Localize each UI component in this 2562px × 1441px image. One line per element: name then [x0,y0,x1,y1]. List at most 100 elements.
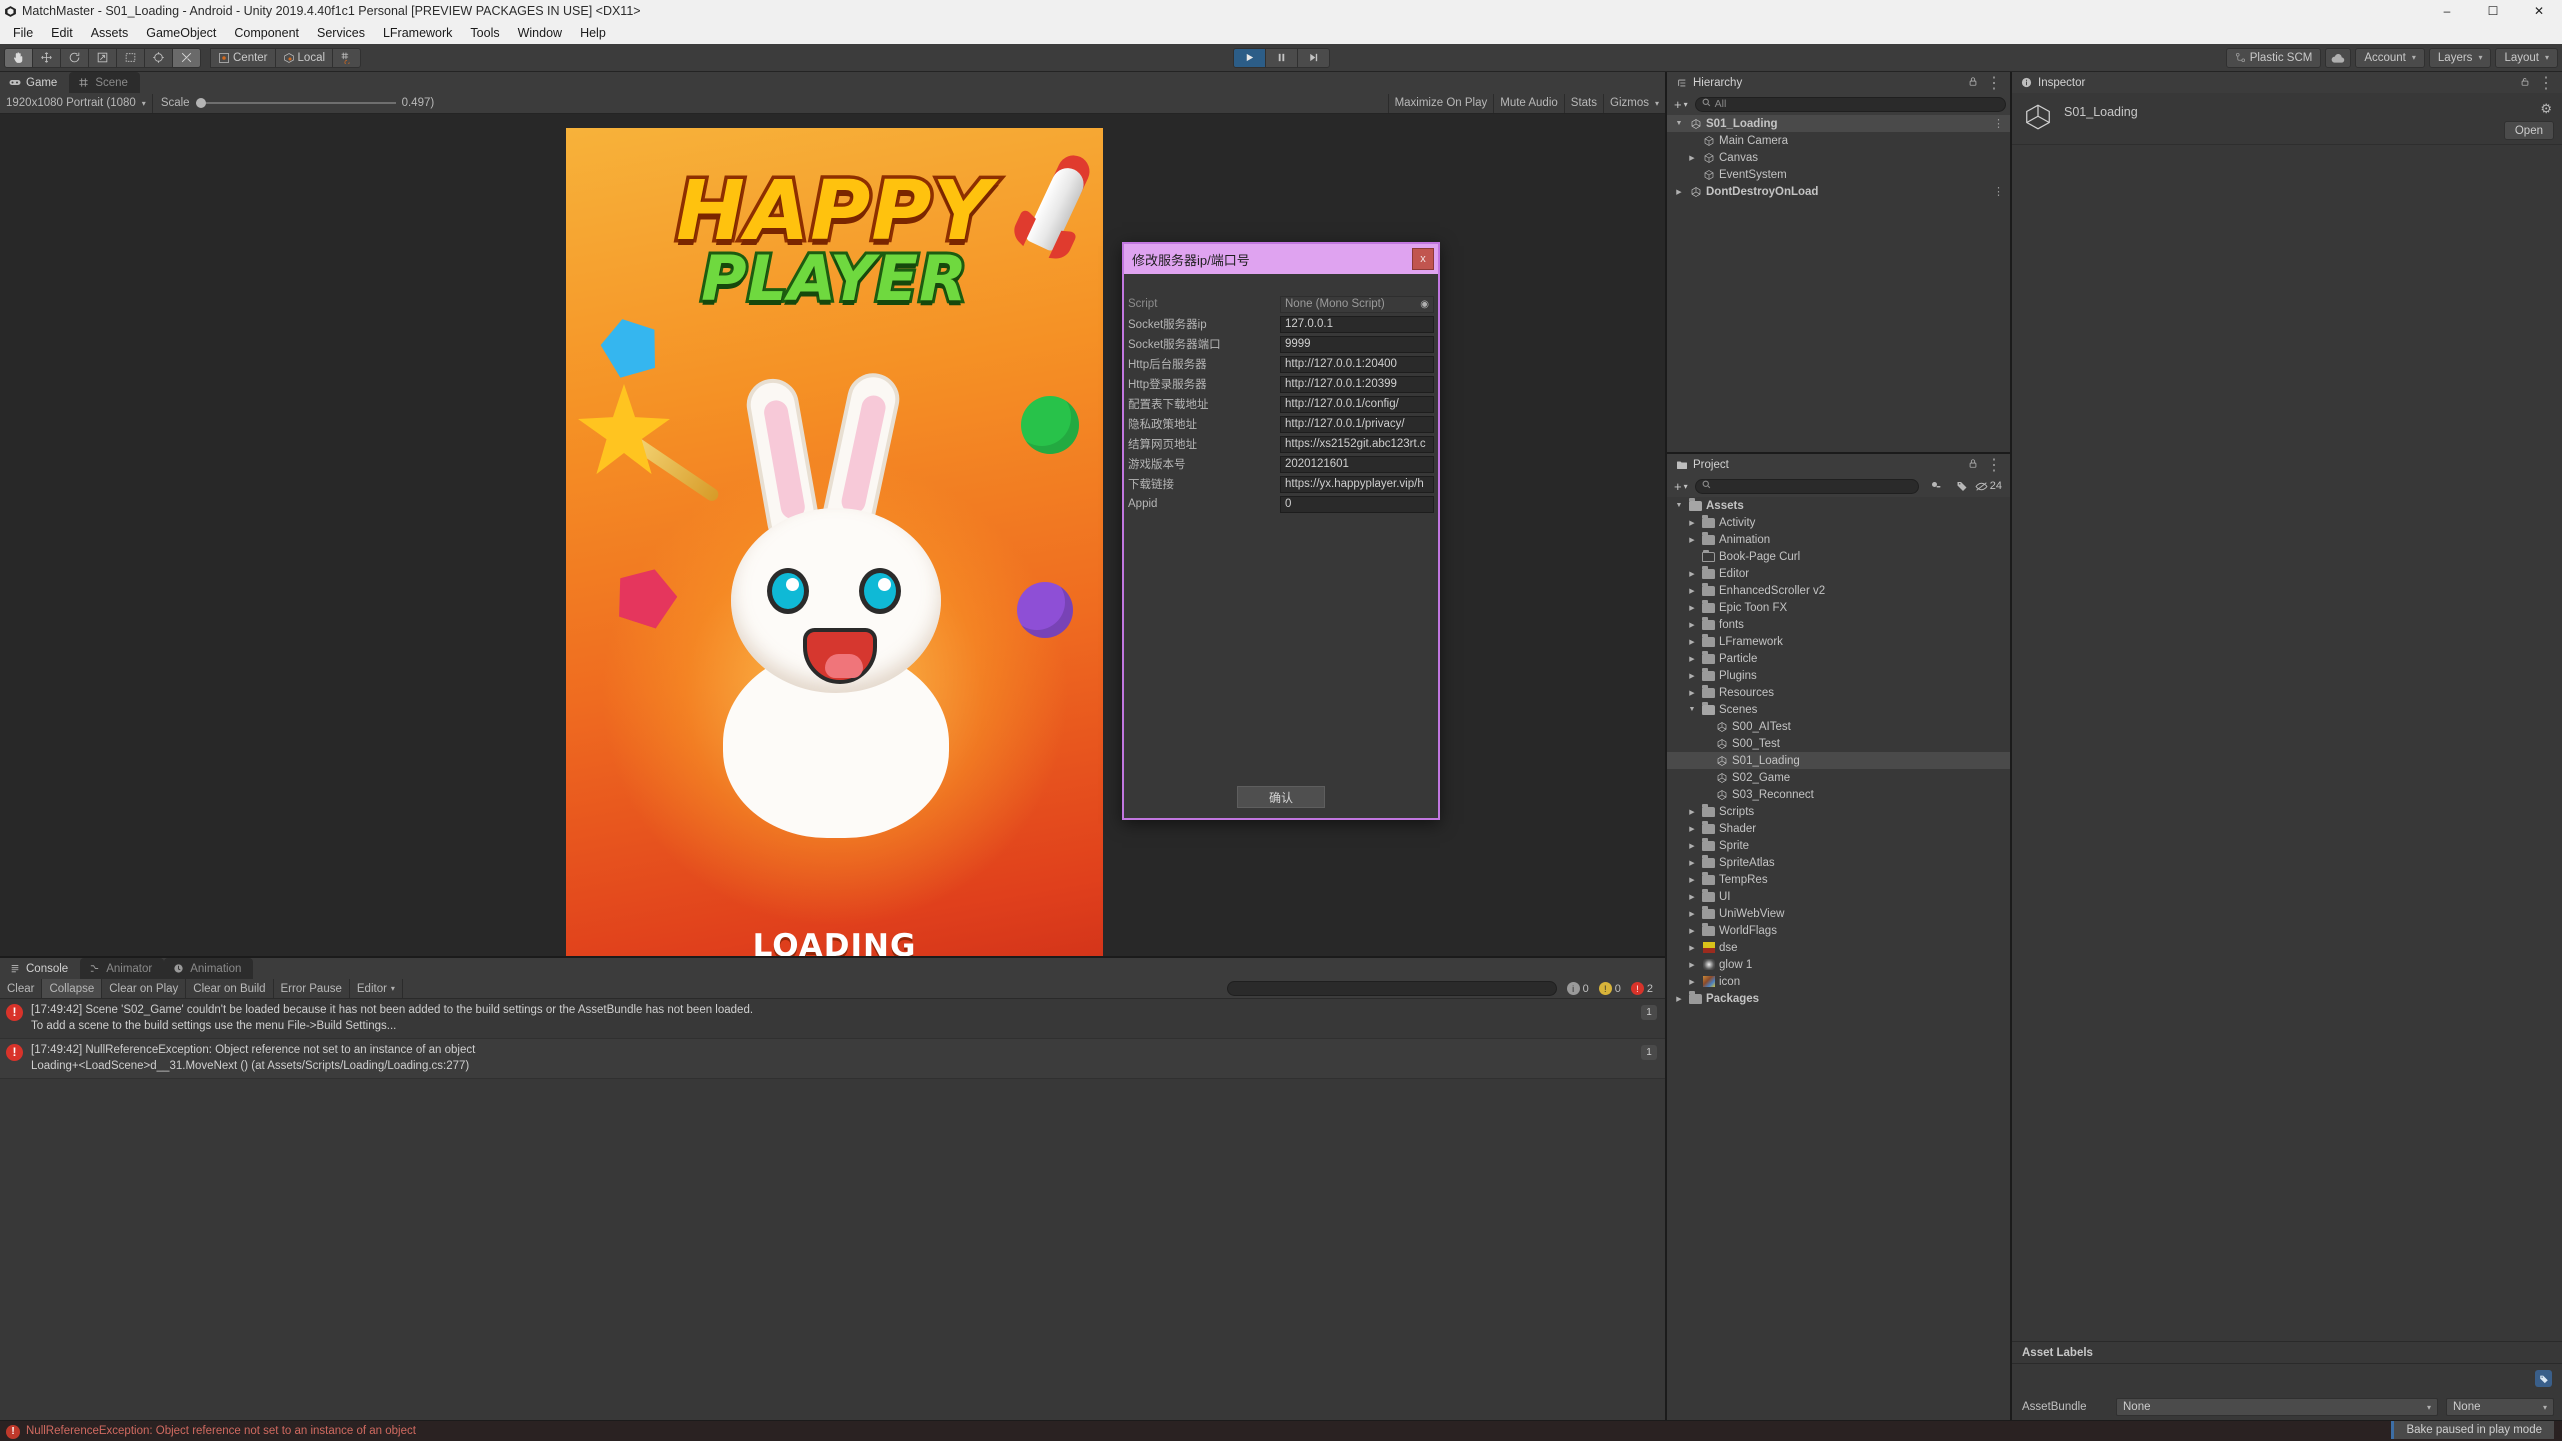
tree-item-particle[interactable]: ▶ Particle [1667,650,2010,667]
chevron-right-icon[interactable]: ▶ [1686,587,1698,595]
tree-item-s01-loading[interactable]: ▼ S01_Loading ⋮ [1667,115,2010,132]
chevron-down-icon[interactable]: ▼ [1673,502,1685,509]
tree-item-tempres[interactable]: ▶ TempRes [1667,871,2010,888]
pause-button[interactable] [1265,47,1298,68]
layers-button[interactable]: Layers ▾ [2428,47,2492,68]
maximize-button[interactable]: ☐ [2470,0,2516,22]
dialog-text-input[interactable]: https://xs2152git.abc123rt.c [1280,435,1434,453]
pivot-mode-button[interactable]: Center [210,47,276,68]
dialog-text-input[interactable]: 0 [1280,495,1434,513]
console-button-collapse[interactable]: Collapse [42,979,103,998]
chevron-right-icon[interactable]: ▶ [1686,519,1698,527]
chevron-right-icon[interactable]: ▶ [1686,689,1698,697]
chevron-right-icon[interactable]: ▶ [1673,995,1685,1003]
assetbundle-variant-dropdown[interactable]: None ▾ [2446,1398,2554,1416]
chevron-right-icon[interactable]: ▶ [1686,621,1698,629]
console-button-clear-on-play[interactable]: Clear on Play [102,979,187,998]
chevron-right-icon[interactable]: ▶ [1686,842,1698,850]
status-bar[interactable]: ! NullReferenceException: Object referen… [0,1420,2562,1441]
dialog-text-input[interactable]: http://127.0.0.1:20400 [1280,355,1434,373]
label-tag-icon[interactable] [2535,1370,2552,1387]
tree-item-dse[interactable]: ▶ dse [1667,939,2010,956]
menu-item-window[interactable]: Window [509,22,571,44]
gizmos-dropdown[interactable]: Gizmos [1603,93,1665,113]
hand-tool-icon[interactable] [4,47,33,68]
grid-snap-icon[interactable] [332,47,362,68]
scale-slider[interactable]: Scale 0.497) [153,97,442,109]
scale-slider-knob[interactable] [195,98,206,108]
panel-menu-icon[interactable]: ⋮ [2538,73,2554,93]
chevron-right-icon[interactable]: ▶ [1686,808,1698,816]
lock-icon[interactable] [1968,74,1978,92]
tab-animator[interactable]: Animator [80,958,165,979]
console-log-entry[interactable]: ! [17:49:42] Scene 'S02_Game' couldn't be… [0,999,1665,1040]
tree-item-packages[interactable]: ▶ Packages [1667,990,2010,1007]
object-picker-icon[interactable]: ◉ [1420,299,1429,310]
chevron-right-icon[interactable]: ▶ [1686,859,1698,867]
chevron-right-icon[interactable]: ▶ [1686,655,1698,663]
menu-item-gameobject[interactable]: GameObject [137,22,225,44]
tree-item-assets[interactable]: ▼ Assets [1667,497,2010,514]
chevron-right-icon[interactable]: ▶ [1686,927,1698,935]
tree-item-resources[interactable]: ▶ Resources [1667,684,2010,701]
tree-item-glow-1[interactable]: ▶ glow 1 [1667,956,2010,973]
tree-item-plugins[interactable]: ▶ Plugins [1667,667,2010,684]
info-count-badge[interactable]: i 0 [1563,982,1593,995]
tab-inspector[interactable]: Inspector [2012,72,2098,93]
scale-slider-track[interactable] [195,98,396,108]
tree-item-eventsystem[interactable]: EventSystem [1667,166,2010,183]
tree-item-epic-toon-fx[interactable]: ▶ Epic Toon FX [1667,599,2010,616]
menu-item-help[interactable]: Help [571,22,615,44]
play-button[interactable] [1233,47,1266,68]
tab-scene[interactable]: Scene [69,72,140,93]
tree-item-worldflags[interactable]: ▶ WorldFlags [1667,922,2010,939]
asset-visibility-count[interactable]: 24 [1975,480,2006,492]
assetbundle-dropdown[interactable]: None ▾ [2116,1398,2438,1416]
rotate-tool-icon[interactable] [60,47,89,68]
chevron-right-icon[interactable]: ▶ [1673,188,1685,196]
tree-item-shader[interactable]: ▶ Shader [1667,820,2010,837]
step-button[interactable] [1297,47,1330,68]
dialog-object-field[interactable]: None (Mono Script) ◉ [1280,295,1434,313]
console-search-input[interactable] [1226,981,1557,996]
tab-console[interactable]: Console [0,958,81,979]
hierarchy-tree[interactable]: ▼ S01_Loading ⋮ Main Camera ▶ Canvas EventSyst… [1667,115,2010,452]
close-button[interactable]: ✕ [2516,0,2562,22]
resolution-dropdown[interactable]: 1920x1080 Portrait (1080 [0,93,153,113]
chevron-right-icon[interactable]: ▶ [1686,876,1698,884]
minimize-button[interactable]: – [2424,0,2470,22]
lock-icon[interactable] [2520,74,2530,92]
console-button-error-pause[interactable]: Error Pause [274,979,350,998]
error-count-badge[interactable]: ! 2 [1627,982,1657,995]
console-button-clear[interactable]: Clear [0,979,43,998]
menu-item-component[interactable]: Component [225,22,308,44]
row-menu-icon[interactable]: ⋮ [1993,185,2004,198]
chevron-right-icon[interactable]: ▶ [1686,961,1698,969]
tree-item-icon[interactable]: ▶ icon [1667,973,2010,990]
dialog-text-input[interactable]: http://127.0.0.1/privacy/ [1280,415,1434,433]
dialog-text-input[interactable]: 2020121601 [1280,455,1434,473]
console-log-list[interactable]: ! [17:49:42] Scene 'S02_Game' couldn't be… [0,999,1665,1420]
console-log-entry[interactable]: ! [17:49:42] NullReferenceException: Obje… [0,1039,1665,1080]
tree-item-scripts[interactable]: ▶ Scripts [1667,803,2010,820]
transform-tool-icon[interactable] [144,47,173,68]
tab-project[interactable]: Project [1667,454,1741,475]
console-button-clear-on-build[interactable]: Clear on Build [186,979,274,998]
menu-item-assets[interactable]: Assets [82,22,138,44]
pivot-rotation-button[interactable]: Local [274,47,334,68]
tree-item-activity[interactable]: ▶ Activity [1667,514,2010,531]
hierarchy-search-input[interactable]: All [1694,96,2006,112]
row-menu-icon[interactable]: ⋮ [1993,117,2004,130]
filter-by-type-icon[interactable] [1923,477,1949,495]
dialog-text-input[interactable]: https://yx.happyplayer.vip/h [1280,475,1434,493]
tree-item-lframework[interactable]: ▶ LFramework [1667,633,2010,650]
layout-button[interactable]: Layout ▾ [2495,47,2558,68]
tree-item-spriteatlas[interactable]: ▶ SpriteAtlas [1667,854,2010,871]
tree-item-s03-reconnect[interactable]: S03_Reconnect [1667,786,2010,803]
tab-hierarchy[interactable]: Hierarchy [1667,72,1755,93]
menu-item-tools[interactable]: Tools [461,22,508,44]
gear-icon[interactable]: ⚙ [2540,101,2552,117]
game-render-surface[interactable]: HAPPY PLAYER LOADING [566,128,1103,956]
rect-tool-icon[interactable] [116,47,145,68]
tree-item-animation[interactable]: ▶ Animation [1667,531,2010,548]
